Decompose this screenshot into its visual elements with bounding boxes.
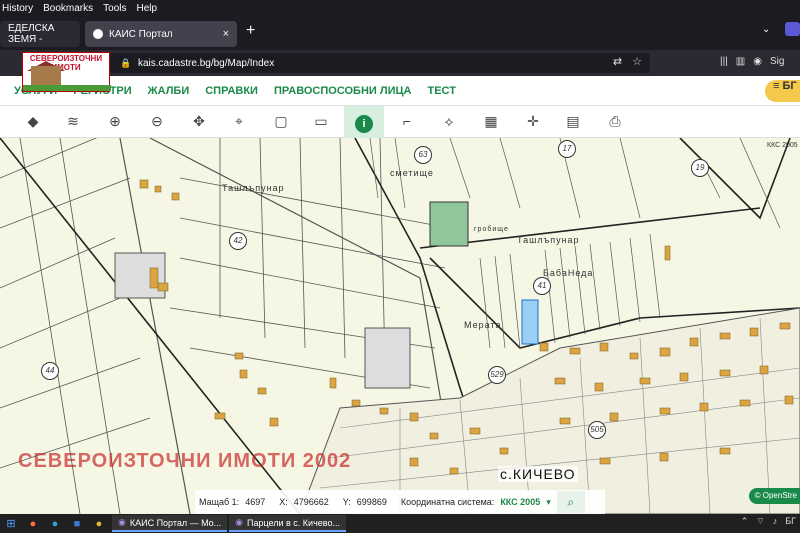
menu-help[interactable]: Help [137, 3, 158, 14]
openstreetmap-badge[interactable]: © OpenStre [748, 488, 800, 504]
tray-language[interactable]: БГ [785, 516, 796, 527]
taskbar-app-kais[interactable]: ◉ КАИС Портал — Mo... [112, 515, 228, 532]
chevron-down-icon[interactable]: ▾ [546, 497, 551, 508]
tab-zemya[interactable]: ЕДЕЛСКА ЗЕМЯ - [0, 21, 80, 47]
place-tashlapunar-2: Ташлъпунар [517, 235, 580, 245]
place-grobishte: гробище [474, 226, 509, 233]
layers-stack-icon[interactable]: ≋ [62, 110, 84, 132]
firefox-icon[interactable]: ● [22, 514, 44, 533]
site-nav: УСЛУГИ РЕГИСТРИ ЖАЛБИ СПРАВКИ ПРАВОСПОСО… [0, 76, 800, 106]
new-tab-button[interactable]: + [246, 22, 255, 40]
nav-zhalbi[interactable]: ЖАЛБИ [148, 85, 190, 97]
tab-zemya-label: ЕДЕЛСКА ЗЕМЯ - [8, 23, 55, 45]
y-label: Y: [342, 497, 351, 507]
account-icon[interactable]: ◉ [753, 56, 762, 67]
place-smetishte: сметище [390, 168, 434, 178]
extension-icon[interactable] [785, 22, 800, 36]
close-tab-icon[interactable]: × [223, 28, 229, 40]
url-text: kais.cadastre.bg/bg/Map/Index [138, 57, 275, 69]
scale-value: 4697 [245, 497, 266, 507]
cadastral-map[interactable]: Ташлъпунар сметище Ташлъпунар БабаНеда М… [0, 138, 800, 514]
map-toolbar: ◆ ≋ ⊕ ⊖ ✥ ⌖ ▢ ▭ i ⌐ ⟡ ▦ ✛ ▤ ⎙ [0, 106, 800, 138]
watermark-text: СЕВЕРОИЗТОЧНИ ИМОТИ 2002 [18, 450, 352, 472]
parcel-number: 505 [588, 421, 606, 439]
taskbar-app-label: КАИС Портал — Mo... [129, 517, 222, 528]
select-area-icon[interactable]: ▢ [270, 110, 292, 132]
x-label: X: [279, 497, 288, 507]
parcel-number: 41 [533, 277, 551, 295]
chevron-up-icon[interactable]: ⌃ [741, 516, 749, 527]
menu-bar: History Bookmarks Tools Help [0, 0, 800, 16]
parcel-number: 44 [41, 362, 59, 380]
library-icon[interactable]: ||| [720, 56, 728, 67]
place-babaneda: БабаНеда [543, 268, 594, 278]
y-value: 699869 [356, 497, 387, 507]
menu-tools[interactable]: Tools [103, 3, 126, 14]
chrome-icon[interactable]: ● [88, 514, 110, 533]
document-icon[interactable]: ▤ [562, 110, 584, 132]
layers-icon[interactable]: ◆ [22, 110, 44, 132]
nav-pravosposobni[interactable]: ПРАВОСПОСОБНИ ЛИЦА [274, 85, 412, 97]
zoom-in-icon[interactable]: ⊕ [104, 110, 126, 132]
word-icon[interactable]: ■ [66, 514, 88, 533]
parcel-number: 19 [691, 159, 709, 177]
menu-toggle-button[interactable]: ≡ БГ [765, 80, 800, 102]
address-field[interactable]: 🔒 kais.cadastre.bg/bg/Map/Index ⇄ ☆ [110, 53, 650, 73]
parcel-number: 42 [229, 232, 247, 250]
menu-history[interactable]: History [2, 3, 33, 14]
polygon-icon[interactable]: ⟡ [438, 110, 460, 132]
windows-taskbar: ⊞ ● ● ■ ● ◉ КАИС Портал — Mo... ◉ Парцел… [0, 514, 800, 533]
list-tabs-icon[interactable]: ⌄ [762, 24, 770, 35]
coordinates-icon[interactable]: ✛ [522, 110, 544, 132]
edge-icon[interactable]: ● [44, 514, 66, 533]
scale-label: Мащаб 1: [199, 497, 240, 507]
nav-spravki[interactable]: СПРАВКИ [205, 85, 258, 97]
pin-icon[interactable]: ⌖ [228, 110, 250, 132]
x-value: 4796662 [293, 497, 329, 507]
place-merata: Мерата [464, 320, 502, 330]
user-lang-label: БГ [782, 80, 797, 92]
info-icon[interactable]: i [344, 106, 384, 138]
village-label: с.КИЧЕВО [498, 466, 578, 482]
deselect-icon[interactable]: ▭ [310, 110, 332, 132]
tab-bar: ЕДЕЛСКА ЗЕМЯ - КАИС Портал × [0, 16, 800, 50]
kais-favicon-icon [93, 29, 103, 39]
parcel-number: 17 [558, 140, 576, 158]
zoom-out-icon[interactable]: ⊖ [146, 110, 168, 132]
sign-in-label[interactable]: Sig [770, 56, 784, 67]
bookmark-star-icon[interactable]: ☆ [632, 55, 642, 68]
translate-icon[interactable]: ⇄ [613, 55, 622, 68]
browser-right-icons: ||| ▥ ◉ Sig [720, 56, 784, 67]
network-icon[interactable]: ⌔ [756, 516, 764, 527]
url-bar: 🔒 kais.cadastre.bg/bg/Map/Index ⇄ ☆ [0, 50, 800, 76]
map-status-bar: Мащаб 1: 4697 X: 4796662 Y: 699869 Коорд… [195, 490, 605, 514]
menu-bookmarks[interactable]: Bookmarks [43, 3, 93, 14]
osm-label: OpenStre [762, 491, 797, 500]
coord-system-label: Координатна система: [400, 497, 495, 507]
lock-icon: 🔒 [120, 57, 132, 68]
windows-start-icon[interactable]: ⊞ [0, 514, 22, 533]
pan-icon[interactable]: ✥ [188, 110, 210, 132]
app-icon: ◉ [235, 517, 243, 527]
app-icon: ◉ [118, 517, 126, 527]
volume-icon[interactable]: ♪ [773, 516, 778, 527]
place-tashlapunar-1: Ташлъпунар [222, 183, 285, 193]
coord-system-select[interactable]: ККС 2005 [500, 497, 540, 507]
taskbar-app-label: Парцели в с. Кичево... [247, 517, 340, 528]
system-tray: ⌃ ⌔ ♪ БГ [741, 516, 796, 527]
map-icon[interactable]: ▦ [480, 110, 502, 132]
print-icon[interactable]: ⎙ [604, 110, 626, 132]
measure-icon[interactable]: ⌐ [396, 110, 418, 132]
taskbar-app-parceli[interactable]: ◉ Парцели в с. Кичево... [229, 515, 346, 532]
sidebar-icon[interactable]: ▥ [736, 56, 745, 67]
nav-test[interactable]: ТЕСТ [427, 85, 455, 97]
tab-kais-label: КАИС Портал [109, 28, 173, 40]
brand-logo: СЕВЕРОИЗТОЧНИ ИМОТИ [22, 52, 111, 92]
parcel-number: 63 [414, 146, 432, 164]
search-icon[interactable]: ⌕ [556, 491, 585, 513]
tab-kais[interactable]: КАИС Портал × [85, 21, 237, 47]
parcel-number: 529 [488, 366, 506, 384]
coord-label-top: ККС 2005 [767, 142, 798, 149]
